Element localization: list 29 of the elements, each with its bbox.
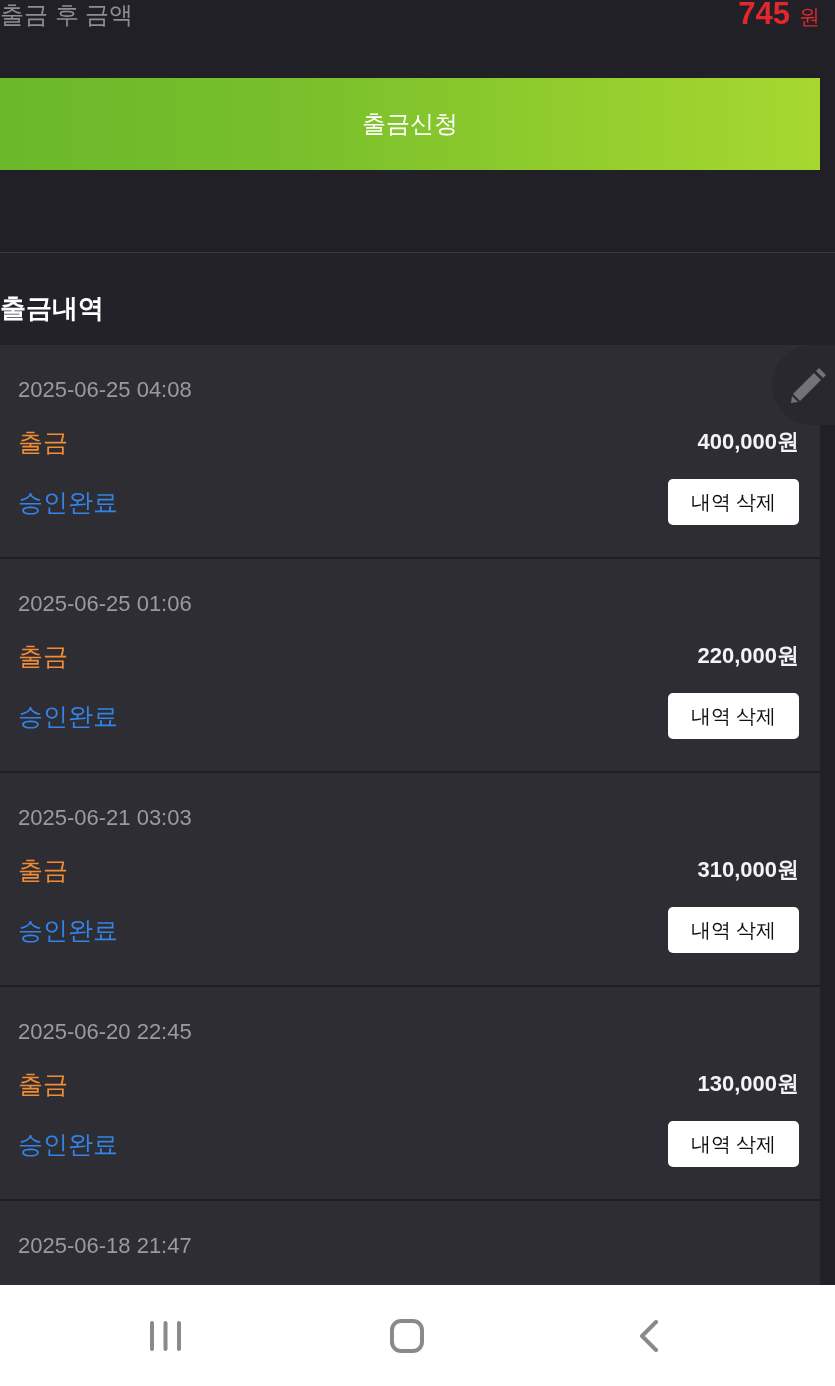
entry-status: 승인완료 xyxy=(18,1129,118,1159)
balance-amount: 745 xyxy=(738,0,790,29)
entry-status: 승인완료 xyxy=(18,487,118,517)
entry-amount: 220,000원 xyxy=(697,642,799,670)
entry-status: 승인완료 xyxy=(18,915,118,945)
home-icon[interactable] xyxy=(390,1318,424,1353)
entry-date: 2025-06-21 03:03 xyxy=(18,805,192,831)
entry-type: 출금 xyxy=(18,427,68,457)
delete-history-button[interactable]: 내역 삭제 xyxy=(668,907,799,953)
pencil-icon xyxy=(790,366,828,404)
entry-date: 2025-06-25 01:06 xyxy=(18,591,192,617)
delete-history-button[interactable]: 내역 삭제 xyxy=(668,479,799,525)
entry-amount: 310,000원 xyxy=(697,856,799,884)
entry-amount: 400,000원 xyxy=(697,428,799,456)
entry-type: 출금 xyxy=(18,855,68,885)
section-title: 출금내역 xyxy=(0,293,104,323)
recents-icon[interactable] xyxy=(149,1320,181,1351)
entry-date: 2025-06-20 22:45 xyxy=(18,1019,192,1045)
entry-type: 출금 xyxy=(18,1069,68,1099)
entry-date: 2025-06-18 21:47 xyxy=(18,1233,192,1259)
entry-type: 출금 xyxy=(18,641,68,671)
currency-unit: 원 xyxy=(799,3,820,30)
entry-amount: 130,000원 xyxy=(697,1070,799,1098)
entry-date: 2025-06-25 04:08 xyxy=(18,377,192,403)
delete-history-button[interactable]: 내역 삭제 xyxy=(668,693,799,739)
back-icon[interactable] xyxy=(639,1319,659,1352)
entry-status: 승인완료 xyxy=(18,701,118,731)
delete-history-button[interactable]: 내역 삭제 xyxy=(668,1121,799,1167)
balance-label: 출금 후 금액 xyxy=(0,0,134,30)
